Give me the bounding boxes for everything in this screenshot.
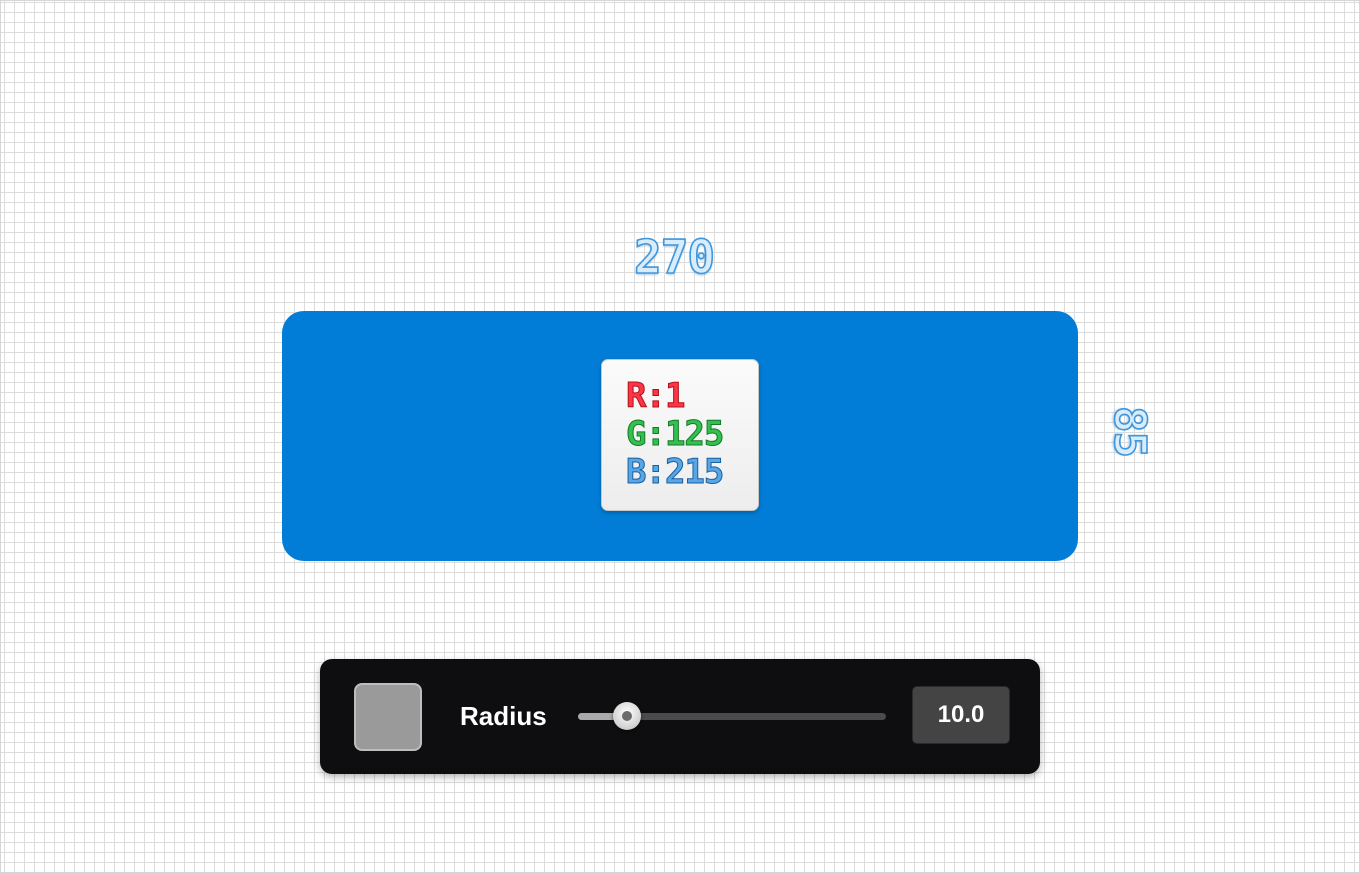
radius-slider[interactable] <box>578 702 886 731</box>
rgb-value-card: R:1 G:125 B:215 <box>601 359 759 511</box>
radius-value-field[interactable]: 10.0 <box>912 686 1010 744</box>
rgb-red-value: R:1 <box>626 376 686 416</box>
rgb-blue-value: B:215 <box>626 452 725 492</box>
rgb-green-value: G:125 <box>626 414 725 454</box>
slider-thumb[interactable] <box>613 702 641 730</box>
color-swatch[interactable] <box>354 683 422 751</box>
radius-toolbar: Radius 10.0 <box>320 659 1040 774</box>
width-dimension-label: 270 <box>633 229 716 285</box>
radius-label: Radius <box>460 701 547 731</box>
height-dimension-label: 85 <box>1103 405 1156 458</box>
